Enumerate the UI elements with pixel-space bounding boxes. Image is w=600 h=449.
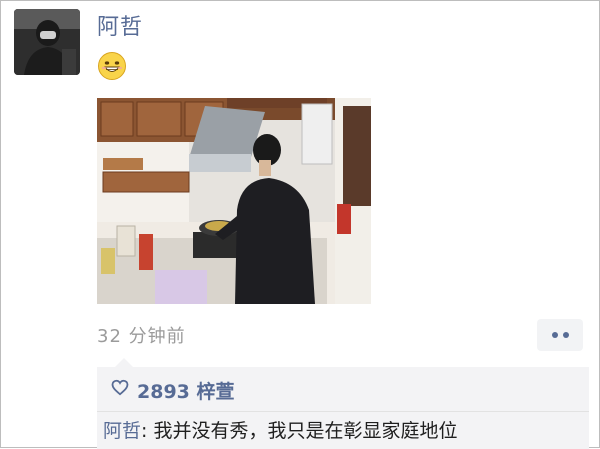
avatar[interactable] xyxy=(14,9,80,75)
comment-text: 我并没有秀，我只是在彰显家庭地位 xyxy=(153,420,458,442)
post-photo[interactable] xyxy=(97,98,371,304)
two-dots-icon xyxy=(562,332,569,338)
comment-author[interactable]: 阿哲 xyxy=(103,420,141,442)
two-dots-icon xyxy=(551,332,558,338)
grin-emoji-icon xyxy=(97,51,127,81)
divider xyxy=(97,411,589,412)
kitchen-photo-image xyxy=(97,98,371,304)
avatar-image xyxy=(14,9,80,75)
comment-item[interactable]: 阿哲: 我并没有秀，我只是在彰显家庭地位 xyxy=(103,416,457,443)
likes-text[interactable]: 2893 梓萱 xyxy=(137,377,235,404)
likes-row: 2893 梓萱 xyxy=(111,377,235,403)
moment-card: 阿哲 32 分钟前 2893 梓萱 阿哲: 我并没有秀，我只是在彰显家庭地位 xyxy=(0,0,600,449)
more-actions-button[interactable] xyxy=(537,319,583,351)
post-timestamp: 32 分钟前 xyxy=(97,326,186,347)
heart-icon xyxy=(111,379,129,401)
post-author-name[interactable]: 阿哲 xyxy=(97,9,143,41)
comment-separator: : xyxy=(141,420,148,442)
likes-comments-panel: 2893 梓萱 阿哲: 我并没有秀，我只是在彰显家庭地位 xyxy=(97,358,589,449)
